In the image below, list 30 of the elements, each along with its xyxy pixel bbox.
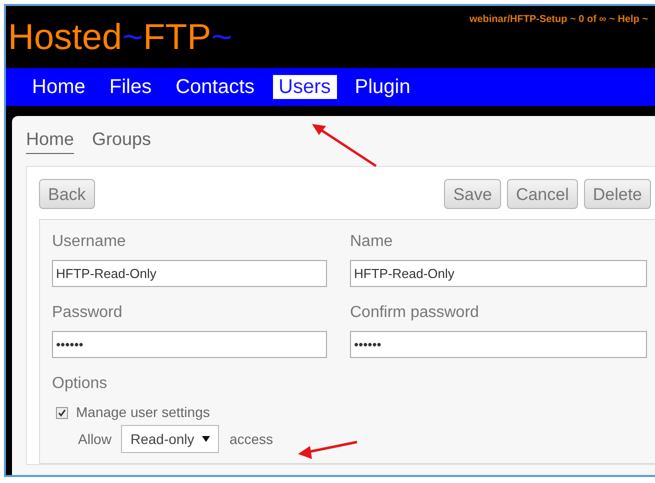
- toolbar-button[interactable]: Cancel: [506, 179, 578, 209]
- access-select[interactable]: Read-only: [121, 425, 220, 453]
- toolbar-button[interactable]: Delete: [584, 179, 651, 209]
- nav-tab[interactable]: Files: [103, 75, 158, 99]
- checkbox[interactable]: [56, 406, 68, 418]
- toolbar-button[interactable]: Back: [39, 179, 95, 209]
- nav-tab[interactable]: Plugin: [348, 75, 416, 99]
- field-label: Password: [52, 303, 124, 323]
- arrow-icon: [298, 440, 358, 460]
- access-prefix: Allow: [78, 430, 112, 448]
- subnav-tab[interactable]: Home: [26, 126, 74, 154]
- nav-tab[interactable]: Contacts: [170, 75, 261, 99]
- input-field[interactable]: ••••••: [52, 331, 327, 358]
- input-field[interactable]: HFTP-Read-Only: [350, 260, 647, 287]
- field-label: Confirm password: [350, 303, 480, 323]
- check-icon: [58, 408, 66, 416]
- nav-tab[interactable]: Users: [272, 75, 337, 99]
- toolbar-button[interactable]: Save: [444, 179, 501, 209]
- field-label: Name: [350, 232, 394, 252]
- access-suffix: access: [229, 430, 274, 448]
- checkbox-label: Manage user settings: [76, 403, 210, 422]
- nav-tab[interactable]: Home: [26, 75, 92, 99]
- input-field[interactable]: ••••••: [350, 331, 647, 358]
- field-label: Username: [52, 232, 127, 252]
- dropdown-caret-icon: [202, 436, 210, 442]
- logo: Hosted~FTP~: [8, 19, 232, 55]
- input-field[interactable]: HFTP-Read-Only: [52, 260, 327, 287]
- options-title: Options: [52, 374, 108, 394]
- account-line: webinar/HFTP-Setup ~ 0 of ∞ ~ Help ~: [469, 13, 648, 27]
- subnav-tab[interactable]: Groups: [92, 126, 152, 154]
